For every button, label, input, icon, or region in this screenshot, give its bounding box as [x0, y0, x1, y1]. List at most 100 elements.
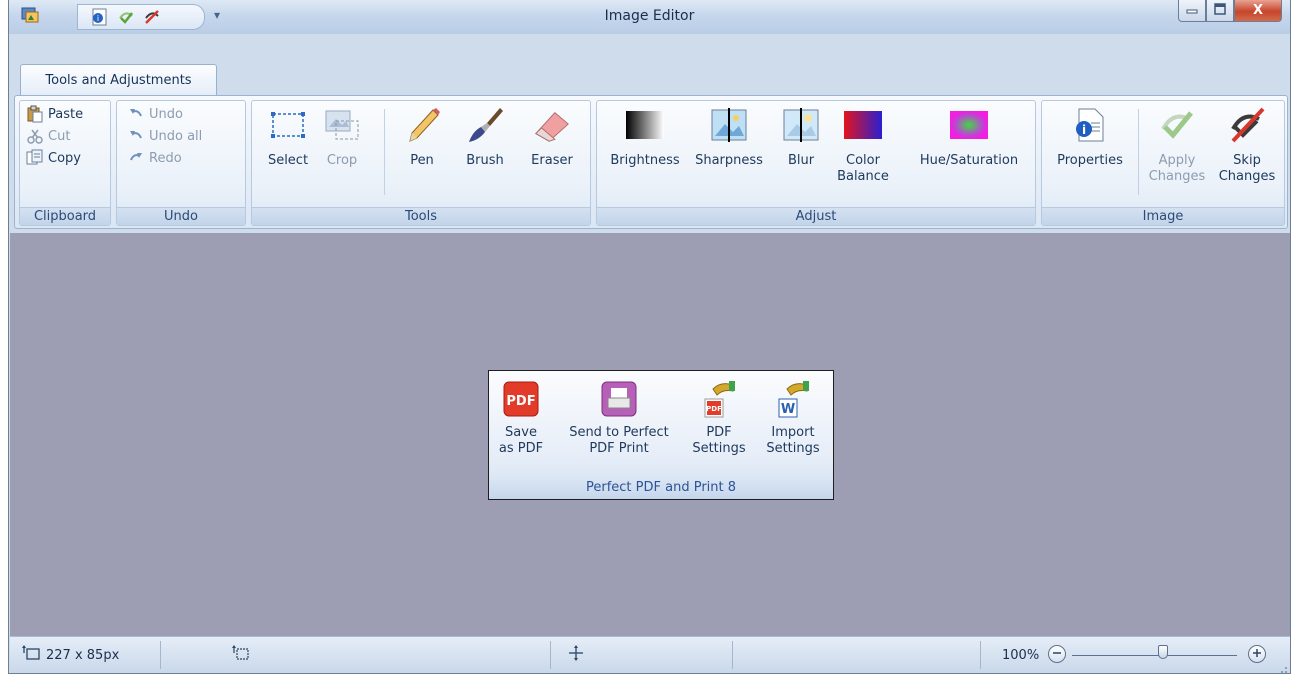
brightness-button[interactable]: Brightness — [603, 105, 687, 169]
selection-size-text: 227 x 85px — [46, 647, 120, 663]
group-undo: Undo Undo all Redo Undo — [116, 100, 246, 226]
svg-text:PDF: PDF — [506, 394, 535, 409]
brush-icon — [465, 105, 505, 145]
eraser-label: Eraser — [531, 153, 573, 168]
floating-toolbar-label: Perfect PDF and Print 8 — [489, 477, 833, 499]
import-settings-label-2: Settings — [766, 441, 820, 456]
close-button[interactable]: X — [1234, 0, 1282, 22]
tab-tools-and-adjustments[interactable]: Tools and Adjustments — [20, 64, 217, 96]
cut-button[interactable]: Cut — [26, 125, 70, 147]
import-settings-button[interactable]: W Import Settings — [759, 379, 827, 457]
cut-label: Cut — [48, 128, 71, 144]
svg-text:i: i — [1082, 123, 1086, 137]
group-clipboard: Paste Cut Copy Clipboard — [19, 100, 111, 226]
svg-text:W: W — [781, 402, 795, 417]
undo-all-icon — [127, 127, 145, 145]
scissors-icon — [26, 127, 44, 145]
hue-saturation-button[interactable]: Hue/Saturation — [907, 105, 1031, 169]
properties-label: Properties — [1057, 153, 1123, 168]
undo-label: Undo — [149, 106, 183, 122]
eraser-icon — [532, 105, 572, 145]
maximize-button[interactable] — [1206, 0, 1234, 22]
apply-changes-label-1: Apply — [1158, 153, 1196, 168]
title-bar: i ▾ Image Editor X — [9, 0, 1290, 34]
minimize-button[interactable] — [1178, 0, 1206, 22]
close-icon: X — [1252, 3, 1264, 18]
save-as-pdf-label-1: Save — [505, 425, 537, 440]
crop-button[interactable]: Crop — [318, 105, 366, 169]
apply-changes-button[interactable]: Apply Changes — [1146, 105, 1208, 185]
undo-icon — [127, 105, 145, 123]
blur-icon — [781, 105, 821, 145]
select-label: Select — [267, 153, 309, 168]
window-controls: X — [1178, 0, 1282, 22]
apply-changes-icon — [1157, 105, 1197, 145]
pen-label: Pen — [410, 153, 434, 168]
properties-button[interactable]: i Properties — [1048, 105, 1132, 169]
copy-button[interactable]: Copy — [26, 147, 81, 169]
group-tools: Select Crop Pen Brush Eraser Tools — [251, 100, 591, 226]
redo-button[interactable]: Redo — [127, 147, 182, 169]
ribbon-tab-bar: Tools and Adjustments — [9, 34, 1290, 96]
printer-icon — [599, 379, 639, 419]
app-window: i ▾ Image Editor X Tools and Adjustments… — [8, 0, 1291, 674]
brightness-icon — [625, 105, 665, 145]
paste-label: Paste — [48, 106, 84, 122]
pen-button[interactable]: Pen — [400, 105, 444, 169]
save-as-pdf-label-2: as PDF — [498, 441, 544, 456]
send-to-perfect-label-2: PDF Print — [589, 441, 649, 456]
save-as-pdf-button[interactable]: PDF Save as PDF — [493, 379, 549, 457]
selection-position-cell — [232, 637, 250, 673]
svg-text:PDF: PDF — [706, 405, 722, 413]
brush-button[interactable]: Brush — [458, 105, 512, 169]
move-cross-icon — [568, 645, 584, 665]
pdf-settings-label-2: Settings — [692, 441, 746, 456]
hue-saturation-label: Hue/Saturation — [919, 153, 1019, 168]
blur-button[interactable]: Blur — [779, 105, 823, 169]
image-canvas[interactable]: PDF Save as PDF Send to Perfect PDF Prin… — [10, 233, 1290, 636]
window-title: Image Editor — [604, 8, 695, 24]
group-label-undo: Undo — [117, 207, 245, 225]
group-label-adjust: Adjust — [597, 207, 1035, 225]
group-image: i Properties Apply Changes Skip Changes … — [1041, 100, 1285, 226]
zoom-slider-thumb[interactable] — [1157, 645, 1168, 659]
status-separator — [160, 641, 161, 669]
skip-changes-label-1: Skip — [1233, 153, 1261, 168]
send-to-perfect-label-1: Send to Perfect — [569, 425, 669, 440]
apply-changes-label-2: Changes — [1148, 169, 1206, 184]
cursor-position-cell — [568, 637, 584, 673]
zoom-slider-track[interactable] — [1072, 655, 1237, 656]
eraser-button[interactable]: Eraser — [522, 105, 582, 169]
undo-button[interactable]: Undo — [127, 103, 183, 125]
zoom-in-button[interactable] — [1248, 645, 1266, 663]
paste-button[interactable]: Paste — [26, 103, 83, 125]
color-balance-button[interactable]: Color Balance — [831, 105, 895, 185]
color-balance-icon — [843, 105, 883, 145]
send-to-perfect-pdf-print-button[interactable]: Send to Perfect PDF Print — [557, 379, 681, 457]
color-balance-label-1: Color — [846, 153, 880, 168]
selection-size-cell: 227 x 85px — [22, 637, 119, 673]
status-separator — [980, 641, 981, 669]
skip-changes-button[interactable]: Skip Changes — [1214, 105, 1280, 185]
skip-changes-icon — [1227, 105, 1267, 145]
sharpness-button[interactable]: Sharpness — [689, 105, 769, 169]
group-adjust: Brightness Sharpness Blur Color Balance — [596, 100, 1036, 226]
undo-all-button[interactable]: Undo all — [127, 125, 202, 147]
status-bar: 227 x 85px 100% — [10, 636, 1290, 673]
maximize-icon — [1214, 2, 1226, 19]
select-button[interactable]: Select — [262, 105, 314, 169]
ribbon: Paste Cut Copy Clipboard Undo Undo all R… — [14, 95, 1288, 229]
copy-label: Copy — [48, 150, 81, 166]
pencil-icon — [402, 105, 442, 145]
pdf-settings-button[interactable]: PDF PDF Settings — [685, 379, 753, 457]
tools-divider — [384, 109, 385, 195]
crop-icon — [322, 105, 362, 145]
pdf-settings-label-1: PDF — [706, 425, 732, 440]
zoom-out-button[interactable] — [1048, 645, 1066, 663]
crop-label: Crop — [326, 153, 358, 168]
selection-position-icon — [232, 645, 250, 665]
resize-grip-icon[interactable] — [1280, 663, 1288, 673]
brush-label: Brush — [466, 153, 504, 168]
status-separator — [732, 641, 733, 669]
group-label-clipboard: Clipboard — [20, 207, 110, 225]
